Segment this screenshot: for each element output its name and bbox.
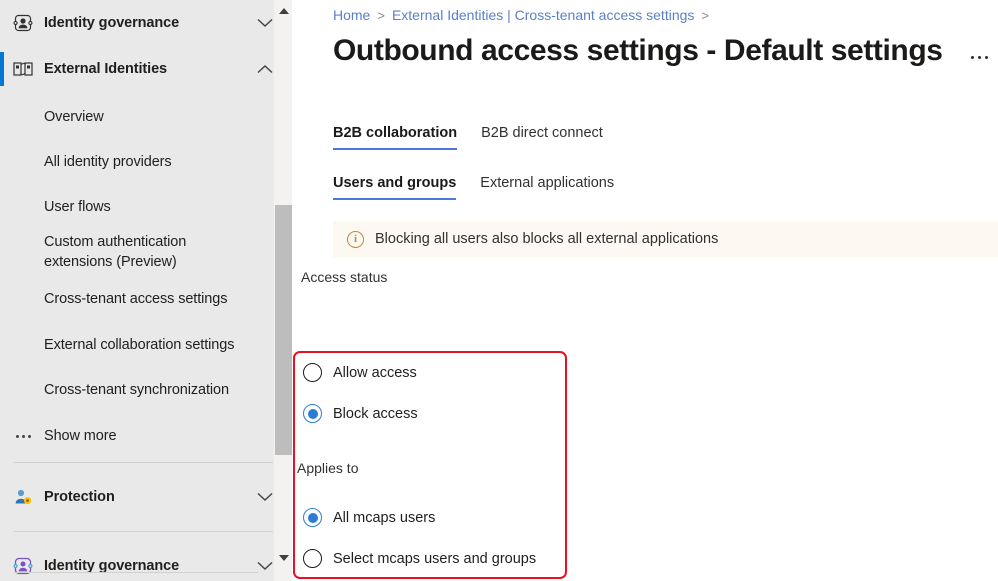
sidebar-divider-bottom [14, 572, 258, 573]
radio-allow-access[interactable]: Allow access [303, 363, 417, 382]
nav-spacer [0, 172, 292, 197]
sidebar-item-all-identity-providers[interactable]: All identity providers [0, 152, 292, 172]
breadcrumb: Home > External Identities | Cross-tenan… [292, 0, 998, 23]
sidebar-show-more[interactable]: Show more [0, 421, 292, 451]
nav-spacer [0, 217, 292, 232]
sidebar-divider [14, 462, 278, 463]
sidebar-item-overview[interactable]: Overview [0, 107, 292, 127]
nav-spacer [0, 355, 292, 380]
tab-users-and-groups[interactable]: Users and groups [333, 175, 480, 200]
radio-circle-selected[interactable] [303, 404, 322, 423]
primary-tab-strip: B2B collaboration B2B direct connect [292, 125, 998, 150]
radio-all-mcaps-users[interactable]: All mcaps users [303, 508, 435, 527]
identity-governance-icon [10, 555, 36, 577]
radio-block-access[interactable]: Block access [303, 404, 418, 423]
sidebar-item-label: Custom authentication extensions (Previe… [44, 234, 186, 270]
triangle-down-icon [279, 555, 289, 561]
sidebar-item-user-flows[interactable]: User flows [0, 197, 292, 217]
nav-spacer [0, 127, 292, 152]
radio-select-mcaps-users-and-groups[interactable]: Select mcaps users and groups [303, 549, 536, 568]
tab-label: External applications [480, 175, 614, 191]
tab-label: B2B direct connect [481, 125, 603, 141]
access-status-label: Access status [301, 269, 998, 285]
sidebar-divider [14, 531, 278, 532]
sidebar-item-external-collaboration-settings[interactable]: External collaboration settings [0, 335, 292, 355]
tab-b2b-direct-connect[interactable]: B2B direct connect [481, 125, 627, 150]
nav-spacer [0, 272, 292, 289]
sidebar-group-identity-governance-bottom[interactable]: Identity governance [0, 543, 292, 581]
tab-label: Users and groups [333, 175, 456, 191]
chevron-down-icon[interactable] [256, 557, 274, 575]
radio-label: Select mcaps users and groups [333, 551, 536, 567]
sidebar-group-label: Identity governance [44, 15, 179, 31]
nav-spacer [0, 309, 292, 335]
sidebar-group-protection[interactable]: Protection [0, 474, 292, 520]
ellipsis-icon [10, 435, 36, 438]
secondary-tab-strip: Users and groups External applications [292, 175, 998, 200]
page-title: Outbound access settings - Default setti… [333, 34, 943, 68]
breadcrumb-item-home[interactable]: Home [333, 7, 370, 23]
scrollbar-thumb[interactable] [275, 205, 292, 455]
sidebar-item-cross-tenant-synchronization[interactable]: Cross-tenant synchronization [0, 380, 292, 400]
radio-label: Allow access [333, 365, 417, 381]
protection-icon [10, 486, 36, 508]
tab-label: B2B collaboration [333, 125, 457, 141]
external-identities-icon [10, 58, 36, 80]
scrollbar-down-button[interactable] [274, 549, 292, 567]
chevron-down-icon[interactable] [256, 14, 274, 32]
tab-b2b-collaboration[interactable]: B2B collaboration [333, 125, 481, 150]
chevron-down-icon[interactable] [256, 488, 274, 506]
more-actions-ellipsis-icon[interactable] [971, 56, 988, 59]
identity-governance-icon [10, 12, 36, 34]
left-navigation-sidebar: Identity governance External Identities [0, 0, 292, 581]
sidebar-show-more-label: Show more [44, 428, 116, 444]
main-content-pane: Home > External Identities | Cross-tenan… [292, 0, 998, 581]
sidebar-item-label: All identity providers [44, 154, 172, 170]
sidebar-item-custom-authentication-extensions[interactable]: Custom authentication extensions (Previe… [0, 232, 292, 272]
tab-external-applications[interactable]: External applications [480, 175, 638, 200]
breadcrumb-separator: > [701, 8, 709, 23]
radio-circle[interactable] [303, 363, 322, 382]
breadcrumb-item-external-identities[interactable]: External Identities | Cross-tenant acces… [392, 7, 694, 23]
warning-banner: i Blocking all users also blocks all ext… [333, 221, 998, 257]
scrollbar-up-button[interactable] [274, 2, 292, 20]
breadcrumb-separator: > [377, 8, 385, 23]
title-row: Outbound access settings - Default setti… [292, 23, 998, 68]
sidebar-item-label: Cross-tenant synchronization [44, 382, 229, 398]
sidebar-group-label: Protection [44, 489, 115, 505]
sidebar-group-identity-governance[interactable]: Identity governance [0, 0, 292, 46]
applies-to-label: Applies to [297, 460, 358, 476]
sidebar-item-label: User flows [44, 199, 111, 215]
sidebar-group-label: External Identities [44, 61, 167, 77]
radio-circle-selected[interactable] [303, 508, 322, 527]
sidebar-scrollbar[interactable] [273, 0, 292, 581]
sidebar-item-cross-tenant-access-settings[interactable]: Cross-tenant access settings [0, 289, 292, 309]
sidebar-item-label: Cross-tenant access settings [44, 291, 227, 307]
chevron-up-icon[interactable] [256, 60, 274, 78]
info-icon: i [347, 231, 364, 248]
sidebar-group-external-identities[interactable]: External Identities [0, 46, 292, 92]
radio-label: Block access [333, 406, 418, 422]
azure-portal-screen: Identity governance External Identities [0, 0, 998, 581]
triangle-up-icon [279, 8, 289, 14]
sidebar-item-label: External collaboration settings [44, 337, 234, 353]
radio-label: All mcaps users [333, 510, 435, 526]
sidebar-item-label: Overview [44, 109, 104, 125]
radio-circle[interactable] [303, 549, 322, 568]
warning-banner-text: Blocking all users also blocks all exter… [375, 231, 718, 247]
